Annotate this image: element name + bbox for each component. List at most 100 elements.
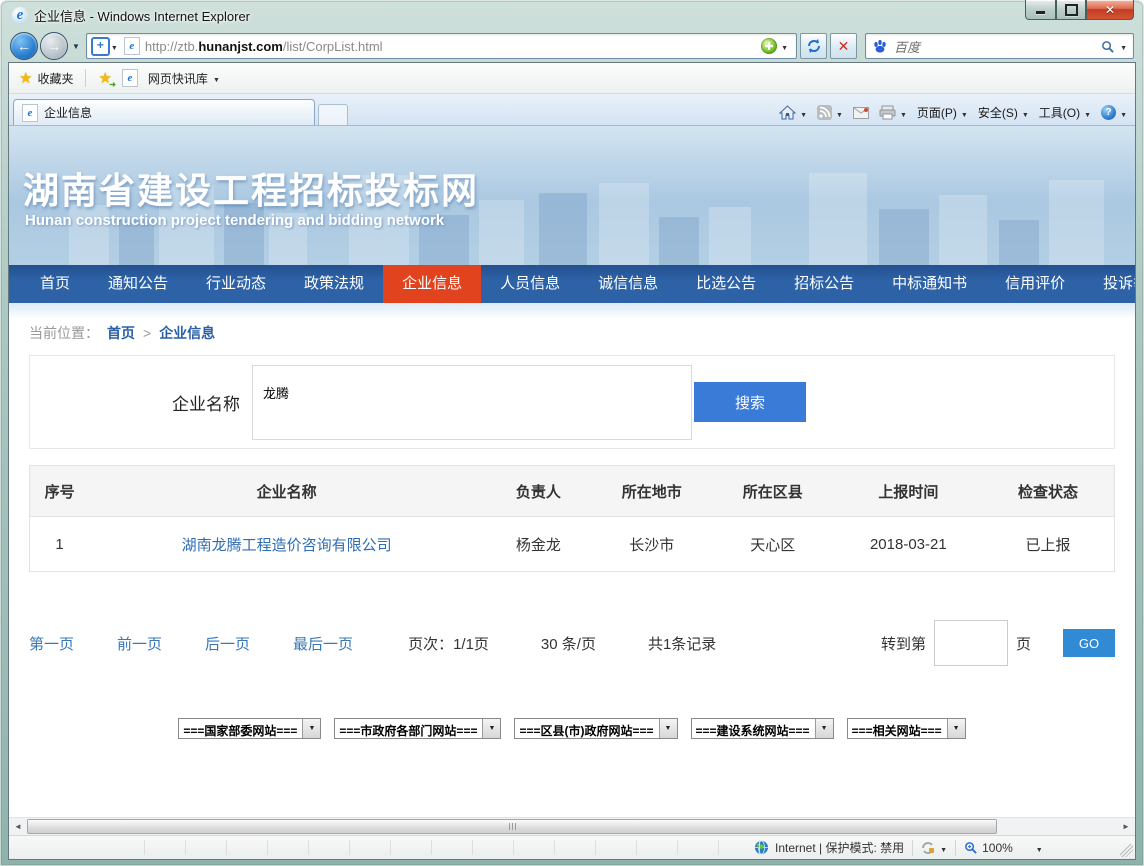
- security-zone-text: Internet | 保护模式: 禁用: [775, 839, 904, 856]
- horizontal-scrollbar[interactable]: ◄ ►: [9, 817, 1135, 835]
- favorites-bar: ★ 收藏夹 ★ e 网页快讯库: [9, 63, 1135, 94]
- favorites-button[interactable]: ★ 收藏夹: [19, 69, 73, 87]
- help-button[interactable]: ?: [1101, 105, 1127, 120]
- nav-item[interactable]: 首页: [21, 265, 89, 303]
- search-box[interactable]: 百度: [865, 33, 1134, 59]
- web-slices-button[interactable]: e 网页快讯库: [118, 69, 220, 87]
- protected-mode-icon: [921, 841, 935, 855]
- scrollbar-thumb[interactable]: [27, 819, 997, 834]
- scrollbar-track[interactable]: [997, 818, 1117, 835]
- add-to-favorites-icon[interactable]: ★: [98, 69, 111, 87]
- nav-item[interactable]: 政策法规: [285, 265, 383, 303]
- nav-item[interactable]: 行业动态: [187, 265, 285, 303]
- zoom-dropdown-icon[interactable]: [1036, 841, 1043, 855]
- recent-pages-dropdown-icon[interactable]: ▼: [72, 42, 80, 51]
- col-county: 所在区县: [711, 466, 835, 517]
- footer-link-selects: ===国家部委网站=== ▼ ===市政府各部门网站=== ▼ ===区县(市)…: [9, 718, 1135, 739]
- home-icon: [779, 105, 796, 120]
- select-city-department-sites[interactable]: ===市政府各部门网站=== ▼: [334, 718, 501, 739]
- select-related-sites[interactable]: ===相关网站=== ▼: [847, 718, 966, 739]
- maximize-button[interactable]: [1056, 0, 1086, 20]
- goto-page-prefix: 转到第: [881, 633, 926, 654]
- feeds-page-icon: e: [122, 69, 138, 87]
- page-icon: e: [124, 37, 140, 55]
- scroll-right-button[interactable]: ►: [1117, 818, 1135, 835]
- breadcrumb: 当前位置： 首页 > 企业信息: [9, 318, 1135, 348]
- ie-logo-icon: e: [12, 7, 28, 23]
- print-button[interactable]: [879, 105, 907, 120]
- tab-enterprise-info[interactable]: e 企业信息: [13, 99, 315, 125]
- nav-item[interactable]: 招标公告: [775, 265, 873, 303]
- cell-county: 天心区: [711, 517, 835, 572]
- select-national-sites[interactable]: ===国家部委网站=== ▼: [178, 718, 321, 739]
- rss-icon: [817, 105, 832, 120]
- status-panes: [104, 840, 760, 855]
- goto-page-suffix: 页: [1016, 633, 1031, 654]
- page-number-info: 页次：1/1页: [408, 633, 489, 654]
- nav-item[interactable]: 通知公告: [89, 265, 187, 303]
- scroll-left-button[interactable]: ◄: [9, 818, 27, 835]
- nav-item[interactable]: 企业信息: [383, 265, 481, 303]
- title-bar: e 企业信息 - Windows Internet Explorer ✕: [0, 0, 1144, 30]
- address-dropdown-icon[interactable]: [111, 37, 118, 55]
- page-menu-button[interactable]: 页面(P): [917, 104, 968, 121]
- nav-item[interactable]: 诚信信息: [579, 265, 677, 303]
- tab-bar: e 企业信息: [9, 94, 1135, 126]
- total-records-info: 共1条记录: [648, 633, 716, 654]
- next-page-link[interactable]: 后一页: [205, 633, 250, 654]
- tools-menu-button[interactable]: 工具(O): [1039, 104, 1091, 121]
- last-page-link[interactable]: 最后一页: [293, 633, 353, 654]
- select-dropdown-icon[interactable]: ▼: [815, 719, 833, 738]
- nav-item[interactable]: 比选公告: [677, 265, 775, 303]
- search-button[interactable]: 搜索: [694, 382, 806, 422]
- company-link[interactable]: 湖南龙腾工程造价咨询有限公司: [182, 537, 392, 554]
- home-button[interactable]: [779, 105, 807, 120]
- company-name-input[interactable]: [252, 365, 692, 440]
- search-options-dropdown-icon[interactable]: [1120, 37, 1127, 55]
- nav-item[interactable]: 信用评价: [986, 265, 1084, 303]
- goto-page-input[interactable]: [934, 620, 1008, 666]
- site-banner: 湖南省建设工程招标投标网 Hunan construction project …: [9, 126, 1135, 265]
- search-magnifier-icon[interactable]: [1101, 40, 1114, 53]
- minimize-button[interactable]: [1025, 0, 1056, 20]
- select-county-government-sites[interactable]: ===区县(市)政府网站=== ▼: [514, 718, 677, 739]
- protected-mode-button[interactable]: [921, 841, 947, 855]
- compatibility-view-icon[interactable]: +: [91, 37, 110, 56]
- address-bar[interactable]: + e http://ztb.hunanjst.com/list/CorpLis…: [86, 33, 797, 59]
- prev-page-link[interactable]: 前一页: [117, 633, 162, 654]
- select-dropdown-icon[interactable]: ▼: [659, 719, 677, 738]
- new-tab-button[interactable]: [318, 104, 348, 125]
- back-button[interactable]: ←: [10, 32, 38, 60]
- url-text[interactable]: http://ztb.hunanjst.com/list/CorpList.ht…: [145, 39, 761, 54]
- nav-item[interactable]: 中标通知书: [873, 265, 986, 303]
- site-safety-icon[interactable]: ✚: [761, 38, 777, 54]
- table-header-row: 序号 企业名称 负责人 所在地市 所在区县 上报时间 检查状态: [30, 466, 1115, 517]
- forward-button[interactable]: →: [40, 32, 68, 60]
- main-navigation: 首页 通知公告 行业动态 政策法规 企业信息 人员信息 诚信信息 比选公告 招标…: [9, 265, 1135, 303]
- first-page-link[interactable]: 第一页: [29, 633, 74, 654]
- go-button[interactable]: GO: [1063, 629, 1115, 657]
- nav-item[interactable]: 人员信息: [481, 265, 579, 303]
- col-seq: 序号: [30, 466, 90, 517]
- stop-button[interactable]: ✕: [830, 33, 857, 59]
- refresh-button[interactable]: [800, 33, 827, 59]
- select-dropdown-icon[interactable]: ▼: [302, 719, 320, 738]
- breadcrumb-current-link[interactable]: 企业信息: [159, 323, 215, 343]
- zoom-control[interactable]: 100%: [964, 841, 1043, 855]
- select-dropdown-icon[interactable]: ▼: [947, 719, 965, 738]
- safety-menu-button[interactable]: 安全(S): [978, 104, 1029, 121]
- nav-item[interactable]: 投诉举报: [1084, 265, 1135, 303]
- col-company: 企业名称: [89, 466, 484, 517]
- breadcrumb-home-link[interactable]: 首页: [107, 323, 135, 343]
- select-construction-system-sites[interactable]: ===建设系统网站=== ▼: [691, 718, 834, 739]
- table-row: 1 湖南龙腾工程造价咨询有限公司 杨金龙 长沙市 天心区 2018-03-21 …: [30, 517, 1115, 572]
- col-city: 所在地市: [593, 466, 711, 517]
- feeds-button[interactable]: [817, 105, 843, 120]
- close-button[interactable]: ✕: [1086, 0, 1134, 20]
- select-dropdown-icon[interactable]: ▼: [482, 719, 500, 738]
- safety-dropdown-icon[interactable]: [781, 37, 788, 55]
- resize-grip[interactable]: [1120, 844, 1133, 857]
- search-engine-label: 百度: [894, 37, 1101, 56]
- read-mail-button[interactable]: [853, 107, 869, 119]
- tab-favicon: e: [22, 104, 38, 122]
